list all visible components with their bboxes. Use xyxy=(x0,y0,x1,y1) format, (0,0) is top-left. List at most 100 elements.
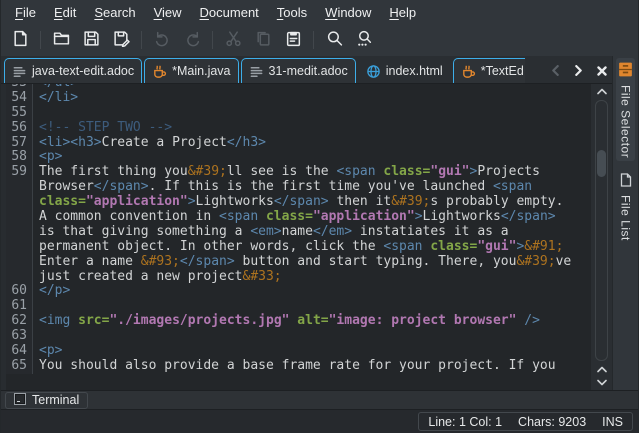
code-text: </p> xyxy=(33,284,70,299)
tab-texted[interactable]: *TextEd xyxy=(453,58,525,83)
code-text: just created a new project&#33; xyxy=(33,270,282,285)
search-button[interactable] xyxy=(321,27,347,53)
code-row[interactable]: 54</li> xyxy=(6,91,591,106)
tab-label: *TextEd xyxy=(481,64,524,78)
menu-search[interactable]: Search xyxy=(85,3,144,22)
line-number[interactable]: 60 xyxy=(6,284,33,299)
line-number[interactable] xyxy=(6,195,33,210)
menu-tools[interactable]: Tools xyxy=(268,3,316,22)
open-folder-button[interactable] xyxy=(48,27,74,53)
line-number[interactable]: 58 xyxy=(6,150,33,165)
code-row[interactable]: class="application">Lightworks</span> th… xyxy=(6,195,591,210)
code-row[interactable]: 63 xyxy=(6,329,591,344)
globe-icon xyxy=(366,64,381,79)
tab-java-text-edit-adoc[interactable]: java-text-edit.adoc xyxy=(4,58,142,83)
line-number[interactable]: 62 xyxy=(6,314,33,329)
line-number[interactable]: 63 xyxy=(6,329,33,344)
chevron-down-icon xyxy=(597,375,607,390)
file-selector-toolview-button[interactable]: File Selector xyxy=(616,58,635,161)
code-text: </li> xyxy=(33,91,78,106)
copy-button[interactable] xyxy=(250,27,276,53)
code-row[interactable]: Browser</span>. If this is the first tim… xyxy=(6,180,591,195)
line-number[interactable]: 64 xyxy=(6,344,33,359)
code-text: <li><h3>Create a Project</h3> xyxy=(33,136,266,151)
line-number[interactable] xyxy=(6,180,33,195)
tab-main-java[interactable]: *Main.java xyxy=(144,58,238,83)
editor-area[interactable]: 53</ul>54</li>5556<!-- STEP TWO -->57<li… xyxy=(1,84,612,390)
cut-button[interactable] xyxy=(220,27,246,53)
line-number[interactable]: 55 xyxy=(6,106,33,121)
tabbar: java-text-edit.adoc *Main.java 31-medit.… xyxy=(1,56,612,84)
undo-button[interactable] xyxy=(149,27,175,53)
code-row[interactable]: 58<p> xyxy=(6,150,591,165)
tab-label: java-text-edit.adoc xyxy=(32,64,134,78)
code-row[interactable]: just created a new project&#33; xyxy=(6,270,591,285)
code-row[interactable]: 60</p> xyxy=(6,284,591,299)
code-row[interactable]: 57<li><h3>Create a Project</h3> xyxy=(6,136,591,151)
menu-view[interactable]: View xyxy=(145,3,191,22)
line-number[interactable] xyxy=(6,240,33,255)
code-text: <!-- STEP TWO --> xyxy=(33,121,172,136)
close-document-button[interactable] xyxy=(593,63,610,80)
tab-scroll-right-button[interactable] xyxy=(570,63,587,80)
scroll-up-button[interactable] xyxy=(591,85,612,98)
code-row[interactable]: 65You should also provide a base frame r… xyxy=(6,359,591,374)
menu-window[interactable]: Window xyxy=(316,3,380,22)
redo-button[interactable] xyxy=(179,27,205,53)
toolview-label: File Selector xyxy=(619,85,633,158)
line-number[interactable]: 57 xyxy=(6,136,33,151)
tab-label: 31-medit.adoc xyxy=(269,64,348,78)
terminal-label: Terminal xyxy=(32,393,79,407)
line-number[interactable]: 65 xyxy=(6,359,33,374)
line-number[interactable] xyxy=(6,255,33,270)
insert-mode-indicator[interactable]: INS xyxy=(602,415,623,429)
tab-31-medit-adoc[interactable]: 31-medit.adoc xyxy=(241,58,356,83)
code-text: class="application">Lightworks</span> th… xyxy=(33,195,563,210)
paste-button[interactable] xyxy=(280,27,306,53)
save-as-icon xyxy=(113,30,130,50)
code-lines[interactable]: 53</ul>54</li>5556<!-- STEP TWO -->57<li… xyxy=(6,84,591,374)
search-replace-button[interactable] xyxy=(351,27,377,53)
code-text xyxy=(33,329,39,344)
line-number[interactable]: 61 xyxy=(6,299,33,314)
code-row[interactable]: 55 xyxy=(6,106,591,121)
chevron-left-icon xyxy=(551,64,560,79)
code-row[interactable]: A common convention in <span class="appl… xyxy=(6,210,591,225)
new-document-button[interactable] xyxy=(7,27,33,53)
scrollbar-thumb[interactable] xyxy=(597,150,606,177)
code-row[interactable]: 56<!-- STEP TWO --> xyxy=(6,121,591,136)
code-row[interactable]: 61 xyxy=(6,299,591,314)
save-as-button[interactable] xyxy=(108,27,134,53)
code-row[interactable]: 53</ul> xyxy=(6,84,591,91)
menu-help[interactable]: Help xyxy=(380,3,425,22)
tab-index-html[interactable]: index.html xyxy=(358,58,451,83)
toolview-label: File List xyxy=(619,195,633,241)
code-row[interactable]: permanent object. In other words, click … xyxy=(6,240,591,255)
vertical-scrollbar[interactable] xyxy=(591,84,612,390)
menu-edit[interactable]: Edit xyxy=(45,3,85,22)
tab-scroll-left-button[interactable] xyxy=(547,63,564,80)
scrollbar-track[interactable] xyxy=(595,100,608,361)
line-number[interactable]: 56 xyxy=(6,121,33,136)
code-text xyxy=(33,299,39,314)
file-list-toolview-button[interactable]: File List xyxy=(617,169,635,244)
toolbar-separator xyxy=(141,31,142,49)
code-row[interactable]: 59The first thing you&#39;ll see is the … xyxy=(6,165,591,180)
line-number[interactable] xyxy=(6,225,33,240)
line-number[interactable]: 54 xyxy=(6,91,33,106)
save-button[interactable] xyxy=(78,27,104,53)
scroll-down-button[interactable] xyxy=(591,376,612,389)
code-row[interactable]: 62<img src="./images/projects.jpg" alt="… xyxy=(6,314,591,329)
menu-document[interactable]: Document xyxy=(191,3,268,22)
line-number[interactable] xyxy=(6,210,33,225)
line-number[interactable]: 59 xyxy=(6,165,33,180)
terminal-toolview-button[interactable]: Terminal xyxy=(5,392,88,409)
text-lines-icon xyxy=(249,64,264,79)
toolbar-separator xyxy=(40,31,41,49)
code-row[interactable]: Enter a name &#93;</span> button and sta… xyxy=(6,255,591,270)
menu-file[interactable]: File xyxy=(6,3,45,22)
line-number[interactable] xyxy=(6,270,33,285)
code-text: A common convention in <span class="appl… xyxy=(33,210,556,225)
code-row[interactable]: is that giving something a <em>name</em>… xyxy=(6,225,591,240)
code-row[interactable]: 64<p> xyxy=(6,344,591,359)
